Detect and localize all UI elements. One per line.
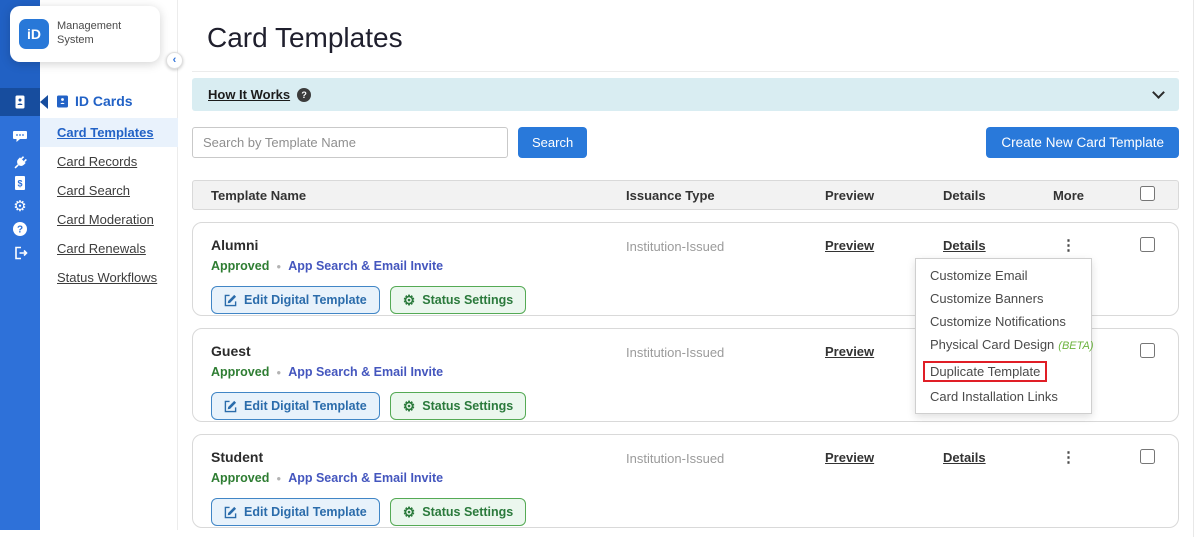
highlight-annotation-box: Duplicate Template [923, 361, 1048, 382]
menu-item-duplicate-template[interactable]: Duplicate Template [916, 358, 1091, 385]
page-title: Card Templates [207, 22, 403, 53]
distribution-link[interactable]: App Search & Email Invite [288, 365, 443, 379]
main-area: Card Templates How It Works ? Search Cre… [178, 0, 1194, 537]
separator-dot: ● [276, 367, 282, 377]
sidebar-item-card-moderation[interactable]: Card Moderation [40, 205, 178, 234]
details-link[interactable]: Details [943, 450, 986, 465]
menu-item-card-installation-links[interactable]: Card Installation Links [916, 385, 1091, 408]
col-template-name: Template Name [211, 187, 307, 203]
template-status-line: Approved ● App Search & Email Invite [211, 471, 626, 485]
row-checkbox[interactable] [1139, 343, 1155, 358]
question-circle-icon: ? [13, 222, 27, 236]
edit-pencil-icon [224, 294, 237, 306]
status-badge: Approved [211, 471, 270, 485]
chat-icon [13, 131, 27, 142]
invoice-icon: $ [15, 176, 25, 190]
menu-item-customize-notifications[interactable]: Customize Notifications [916, 310, 1091, 333]
id-card-icon [15, 95, 25, 109]
details-link[interactable]: Details [943, 238, 986, 253]
issuance-type: Institution-Issued [626, 451, 725, 466]
table-header: Template Name Issuance Type Preview Deta… [192, 180, 1179, 210]
edit-digital-template-button[interactable]: Edit Digital Template [211, 498, 380, 526]
preview-link[interactable]: Preview [825, 450, 874, 465]
beta-badge: (BETA) [1058, 340, 1094, 352]
template-name: Alumni [211, 237, 259, 253]
edit-digital-template-button[interactable]: Edit Digital Template [211, 392, 380, 420]
id-cards-section-icon [57, 95, 68, 107]
title-divider [192, 71, 1179, 72]
create-new-card-template-button[interactable]: Create New Card Template [986, 127, 1179, 158]
how-it-works-bar: How It Works ? [192, 78, 1179, 111]
toolbar: Search Create New Card Template [192, 127, 1179, 158]
menu-item-physical-card-design[interactable]: Physical Card Design (BETA) [916, 333, 1094, 358]
sign-out-icon [15, 246, 28, 260]
menu-item-customize-banners[interactable]: Customize Banners [916, 287, 1091, 310]
nav-section-label: ID Cards [75, 93, 133, 109]
app-logo[interactable]: iD Management System [10, 6, 160, 62]
edit-digital-template-button[interactable]: Edit Digital Template [211, 286, 380, 314]
logo-name: Management System [57, 20, 122, 46]
table-row-student: Student Approved ● App Search & Email In… [192, 434, 1179, 528]
separator-dot: ● [276, 473, 282, 483]
col-select [1116, 186, 1178, 204]
status-settings-button[interactable]: ⚙ Status Settings [389, 498, 527, 526]
svg-text:?: ? [17, 225, 23, 236]
status-badge: Approved [211, 259, 270, 273]
template-name: Student [211, 449, 264, 465]
nav-section-id-cards: ID Cards [40, 90, 178, 118]
template-status-line: Approved ● App Search & Email Invite [211, 259, 626, 273]
gear-icon: ⚙ [402, 292, 416, 308]
col-details: Details [943, 187, 986, 203]
sidebar-item-card-search[interactable]: Card Search [40, 176, 178, 205]
sidebar-nav: ID Cards Card Templates Card Records Car… [40, 90, 178, 292]
template-status-line: Approved ● App Search & Email Invite [211, 365, 626, 379]
help-icon: ? [297, 87, 312, 102]
menu-item-customize-email[interactable]: Customize Email [916, 264, 1091, 287]
search-button[interactable]: Search [518, 127, 588, 158]
edit-pencil-icon [224, 506, 237, 518]
col-preview: Preview [825, 187, 875, 203]
separator-dot: ● [276, 261, 282, 271]
status-settings-button[interactable]: ⚙ Status Settings [389, 392, 527, 420]
row-checkbox[interactable] [1139, 237, 1155, 252]
status-badge: Approved [211, 365, 270, 379]
more-actions-menu: Customize Email Customize Banners Custom… [915, 258, 1094, 414]
sidebar-item-card-records[interactable]: Card Records [40, 147, 178, 176]
sidebar-item-status-workflows[interactable]: Status Workflows [40, 263, 178, 292]
rail-item-id-cards[interactable] [0, 88, 40, 116]
issuance-type: Institution-Issued [626, 345, 725, 360]
chevron-down-icon[interactable] [1152, 85, 1165, 99]
rail-item-chat[interactable] [0, 122, 40, 150]
active-rail-notch [40, 95, 48, 109]
template-name: Guest [211, 343, 251, 359]
sidebar-item-card-templates[interactable]: Card Templates [40, 118, 178, 147]
issuance-type: Institution-Issued [626, 239, 725, 254]
col-more: More [1052, 187, 1085, 203]
svg-text:$: $ [17, 179, 22, 189]
preview-link[interactable]: Preview [825, 344, 874, 359]
distribution-link[interactable]: App Search & Email Invite [288, 471, 443, 485]
more-kebab-icon[interactable]: ⋮ [1061, 237, 1076, 254]
gear-icon: ⚙ [402, 398, 416, 414]
icon-rail: $ ⚙ ? [0, 0, 40, 530]
sidebar-item-card-renewals[interactable]: Card Renewals [40, 234, 178, 263]
edit-pencil-icon [224, 400, 237, 412]
preview-link[interactable]: Preview [825, 238, 874, 253]
gear-icon: ⚙ [402, 504, 416, 520]
rail-item-logout[interactable] [0, 239, 40, 267]
search-input[interactable] [192, 127, 508, 158]
gear-icon: ⚙ [13, 197, 27, 215]
more-kebab-icon[interactable]: ⋮ [1061, 449, 1076, 466]
row-checkbox[interactable] [1139, 449, 1155, 464]
col-issuance-type: Issuance Type [626, 187, 715, 203]
logo-mark: iD [19, 19, 49, 49]
status-settings-button[interactable]: ⚙ Status Settings [389, 286, 527, 314]
sidebar-collapse-button[interactable]: ‹ [166, 52, 183, 69]
distribution-link[interactable]: App Search & Email Invite [288, 259, 443, 273]
chevron-left-icon: ‹ [172, 54, 177, 66]
select-all-checkbox[interactable] [1139, 186, 1155, 201]
how-it-works-link[interactable]: How It Works [208, 87, 290, 102]
